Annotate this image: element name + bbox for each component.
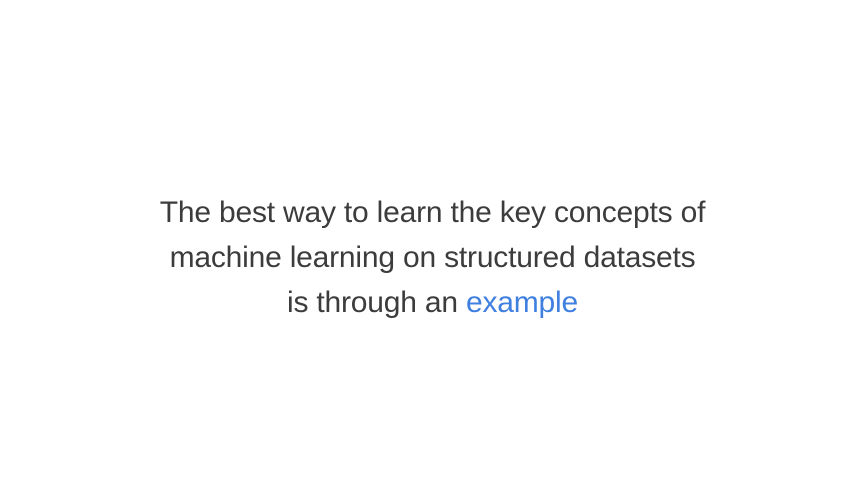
headline-line-3-prefix: is through an — [287, 286, 458, 319]
highlight-word: example — [466, 286, 578, 319]
headline-line-1: The best way to learn the key concepts o… — [159, 196, 706, 229]
headline-line-3: is through an example — [0, 280, 865, 325]
headline-line-2: machine learning on structured datasets — [169, 241, 696, 274]
headline-text: The best way to learn the key concepts o… — [0, 190, 865, 325]
slide: The best way to learn the key concepts o… — [0, 0, 865, 497]
